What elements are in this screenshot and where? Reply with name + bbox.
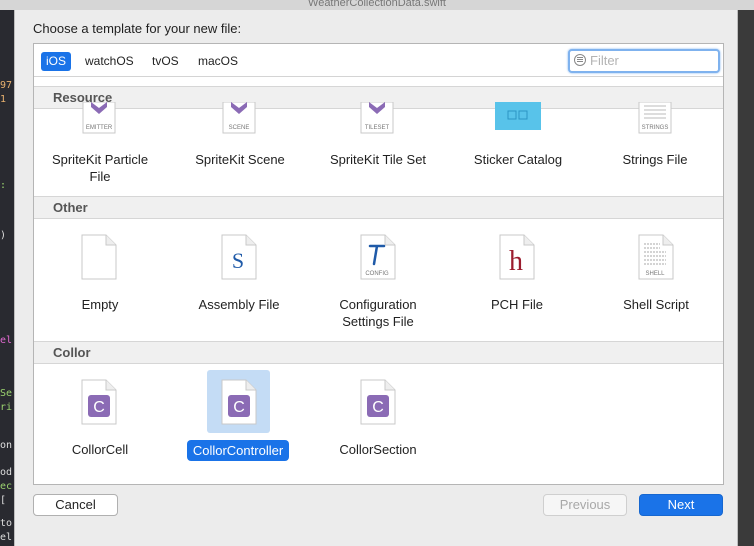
template-item-strings-file[interactable]: Strings File <box>585 151 723 169</box>
template-item-empty[interactable]: Empty <box>34 296 170 314</box>
emitter-badge: EMITTER <box>86 125 113 131</box>
template-label: CollorSection <box>339 442 417 457</box>
template-item-shell-script[interactable]: Shell Script <box>586 296 723 314</box>
template-item-spritekit-scene[interactable]: SpriteKit Scene <box>170 151 310 169</box>
strings-icon[interactable]: STRINGS <box>638 102 672 146</box>
editor-right-edge <box>736 10 754 546</box>
tab-macos[interactable]: macOS <box>193 52 243 71</box>
template-item-spritekit-tile-set[interactable]: SpriteKit Tile Set <box>308 151 448 169</box>
sticker-catalog-icon[interactable] <box>495 102 541 146</box>
template-item-collorcontroller[interactable]: CollorController <box>168 440 308 461</box>
cancel-button[interactable]: Cancel <box>33 494 118 516</box>
scene-icon[interactable]: SCENE <box>222 102 256 146</box>
template-label: Strings File <box>622 152 688 167</box>
emitter-icon[interactable]: EMITTER <box>82 102 116 146</box>
tileset-icon[interactable]: TILESET <box>360 102 394 146</box>
template-label: Configuration Settings File <box>339 297 417 329</box>
collor-c-icon[interactable]: C <box>360 379 396 425</box>
collor-glyph: C <box>372 399 384 416</box>
template-label: SpriteKit Particle File <box>51 152 149 184</box>
section-header-other: Other <box>34 196 723 219</box>
section-title: Collor <box>53 345 91 360</box>
template-item-collorsection[interactable]: CollorSection <box>308 441 448 459</box>
strings-badge: STRINGS <box>642 125 669 131</box>
collor-c-icon[interactable]: C <box>81 379 117 425</box>
assembly-glyph: S <box>232 248 244 273</box>
template-label: SpriteKit Tile Set <box>329 152 427 167</box>
new-file-sheet: Choose a template for your new file: iOS… <box>14 10 738 546</box>
assembly-file-icon[interactable]: S <box>221 234 257 280</box>
template-label: Assembly File <box>198 297 280 312</box>
shell-script-icon[interactable]: SHELL <box>638 234 674 280</box>
template-panel: iOS watchOS tvOS macOS Resource EMITTER … <box>33 43 724 485</box>
template-label: Shell Script <box>623 297 689 312</box>
filter-input[interactable] <box>590 52 710 68</box>
filter-icon <box>574 54 586 66</box>
window-title: WeatherCollectionData.swift <box>0 0 754 10</box>
tab-watchos[interactable]: watchOS <box>80 52 139 71</box>
collor-glyph: C <box>233 399 245 416</box>
pch-file-icon[interactable]: h <box>499 234 535 280</box>
config-badge: CONFIG <box>365 271 389 277</box>
template-label: CollorController <box>186 440 290 461</box>
section-title: Other <box>53 200 88 215</box>
sheet-title: Choose a template for your new file: <box>33 21 242 36</box>
template-item-pch-file[interactable]: PCH File <box>447 296 587 314</box>
empty-file-icon[interactable] <box>81 234 117 280</box>
scene-badge: SCENE <box>229 125 250 131</box>
section-header-collor: Collor <box>34 341 723 364</box>
pch-glyph: h <box>509 246 523 277</box>
template-item-assembly-file[interactable]: Assembly File <box>169 296 309 314</box>
template-label: SpriteKit Scene <box>195 152 285 167</box>
shell-badge: SHELL <box>645 271 665 277</box>
tileset-badge: TILESET <box>365 125 390 131</box>
template-label: Empty <box>81 297 119 312</box>
collor-c-icon[interactable]: C <box>221 379 257 425</box>
next-button[interactable]: Next <box>639 494 723 516</box>
filter-field[interactable] <box>568 49 720 73</box>
platform-tab-bar: iOS watchOS tvOS macOS <box>34 44 723 77</box>
template-label: PCH File <box>490 297 543 312</box>
template-item-collorcell[interactable]: CollorCell <box>34 441 170 459</box>
template-item-configuration-settings-file[interactable]: Configuration Settings File <box>308 296 448 331</box>
config-file-icon[interactable]: CONFIG <box>360 234 396 280</box>
template-label: Sticker Catalog <box>473 152 563 167</box>
template-item-spritekit-particle-file[interactable]: SpriteKit Particle File <box>34 151 170 186</box>
template-item-sticker-catalog[interactable]: Sticker Catalog <box>448 151 588 169</box>
tab-ios[interactable]: iOS <box>41 52 72 71</box>
tab-tvos[interactable]: tvOS <box>147 52 184 71</box>
template-label: CollorCell <box>71 442 129 457</box>
previous-button[interactable]: Previous <box>543 494 627 516</box>
collor-glyph: C <box>93 399 105 416</box>
